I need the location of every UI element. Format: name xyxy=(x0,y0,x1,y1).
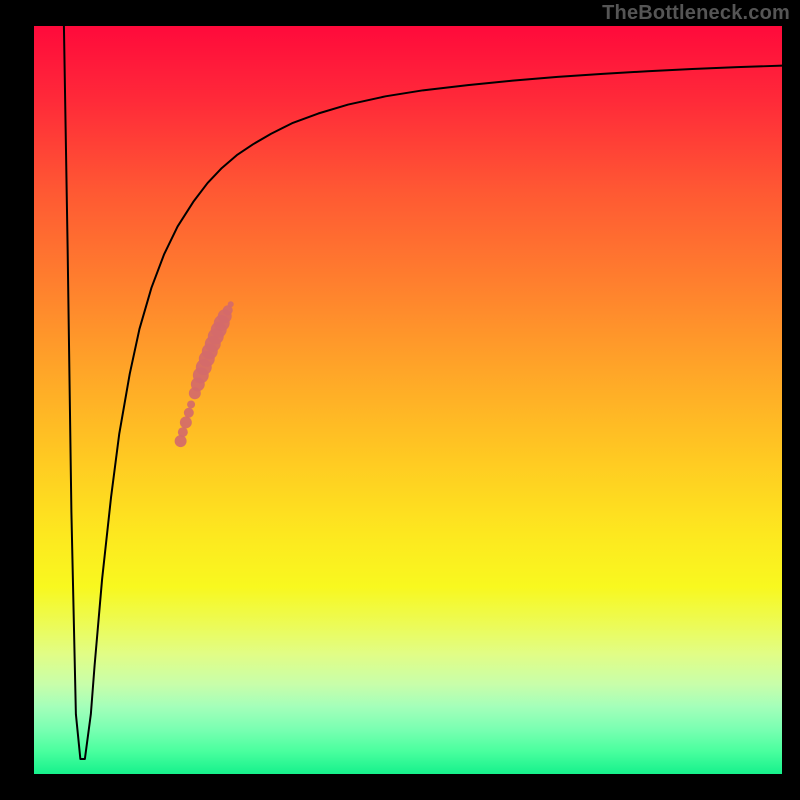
highlight-dot xyxy=(187,401,195,409)
highlight-dot xyxy=(175,435,187,447)
curve-layer xyxy=(34,26,782,774)
watermark-text: TheBottleneck.com xyxy=(602,2,790,25)
highlight-dots-group xyxy=(175,301,234,447)
highlight-dot xyxy=(178,427,188,437)
highlight-dot xyxy=(180,416,192,428)
plot-area xyxy=(32,24,784,776)
highlight-dot xyxy=(228,301,234,307)
bottleneck-curve xyxy=(64,26,782,759)
chart-stage: TheBottleneck.com xyxy=(0,0,800,800)
highlight-dot xyxy=(184,408,194,418)
